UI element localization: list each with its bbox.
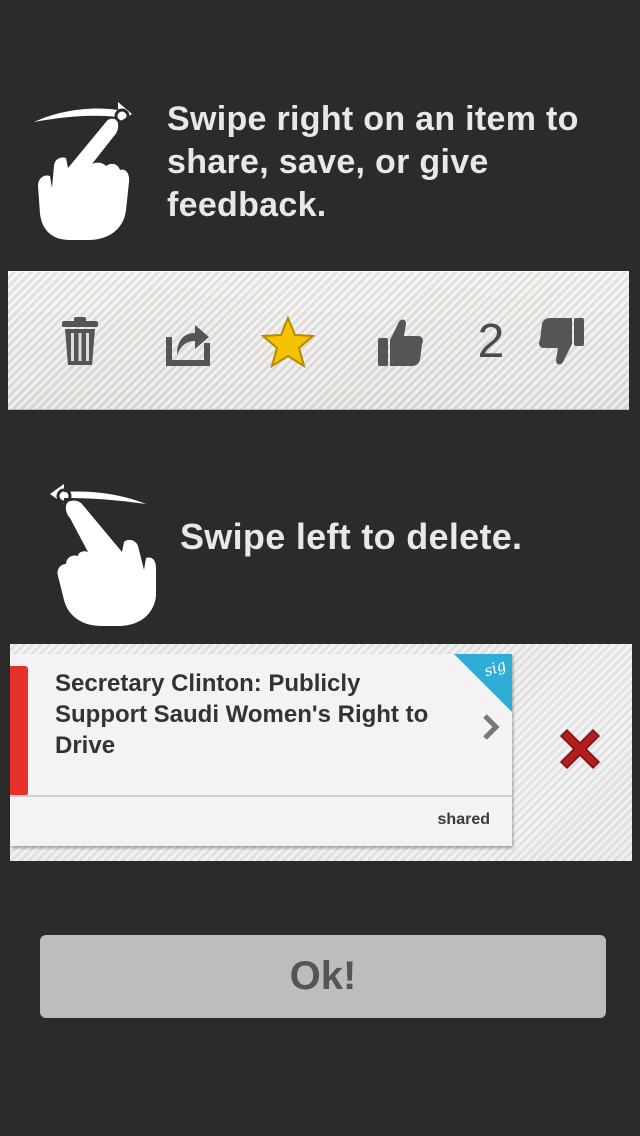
like-count: 2 xyxy=(477,315,505,368)
swipe-left-instruction: Swipe left to delete. xyxy=(180,516,523,557)
chevron-right-icon[interactable] xyxy=(480,712,502,742)
share-icon[interactable] xyxy=(158,312,218,372)
thumbs-up-icon[interactable] xyxy=(370,312,430,372)
item-card[interactable]: Secretary Clinton: Publicly Support Saud… xyxy=(10,654,512,846)
trash-icon[interactable] xyxy=(50,312,110,372)
item-divider xyxy=(10,795,512,797)
delete-x-icon[interactable] xyxy=(555,724,605,774)
swipe-right-instruction: Swipe right on an item to share, save, o… xyxy=(167,100,579,224)
thumbs-down-icon[interactable] xyxy=(532,312,592,372)
swipe-right-hand-icon xyxy=(34,102,132,240)
swipe-left-hint: Swipe left to delete. xyxy=(0,470,640,630)
swipe-delete-demo: Secretary Clinton: Publicly Support Saud… xyxy=(10,644,632,861)
item-title: Secretary Clinton: Publicly Support Saud… xyxy=(55,670,429,759)
tutorial-screen: Swipe right on an item to share, save, o… xyxy=(0,0,640,1136)
item-shared-label: shared xyxy=(437,811,490,828)
swipe-right-hint: Swipe right on an item to share, save, o… xyxy=(0,80,640,250)
action-bar-demo: 2 xyxy=(8,271,629,410)
swipe-left-hand-icon xyxy=(50,484,157,626)
ok-button[interactable]: Ok! xyxy=(40,935,606,1018)
star-icon[interactable] xyxy=(258,312,318,372)
item-accent-bar xyxy=(10,666,28,796)
